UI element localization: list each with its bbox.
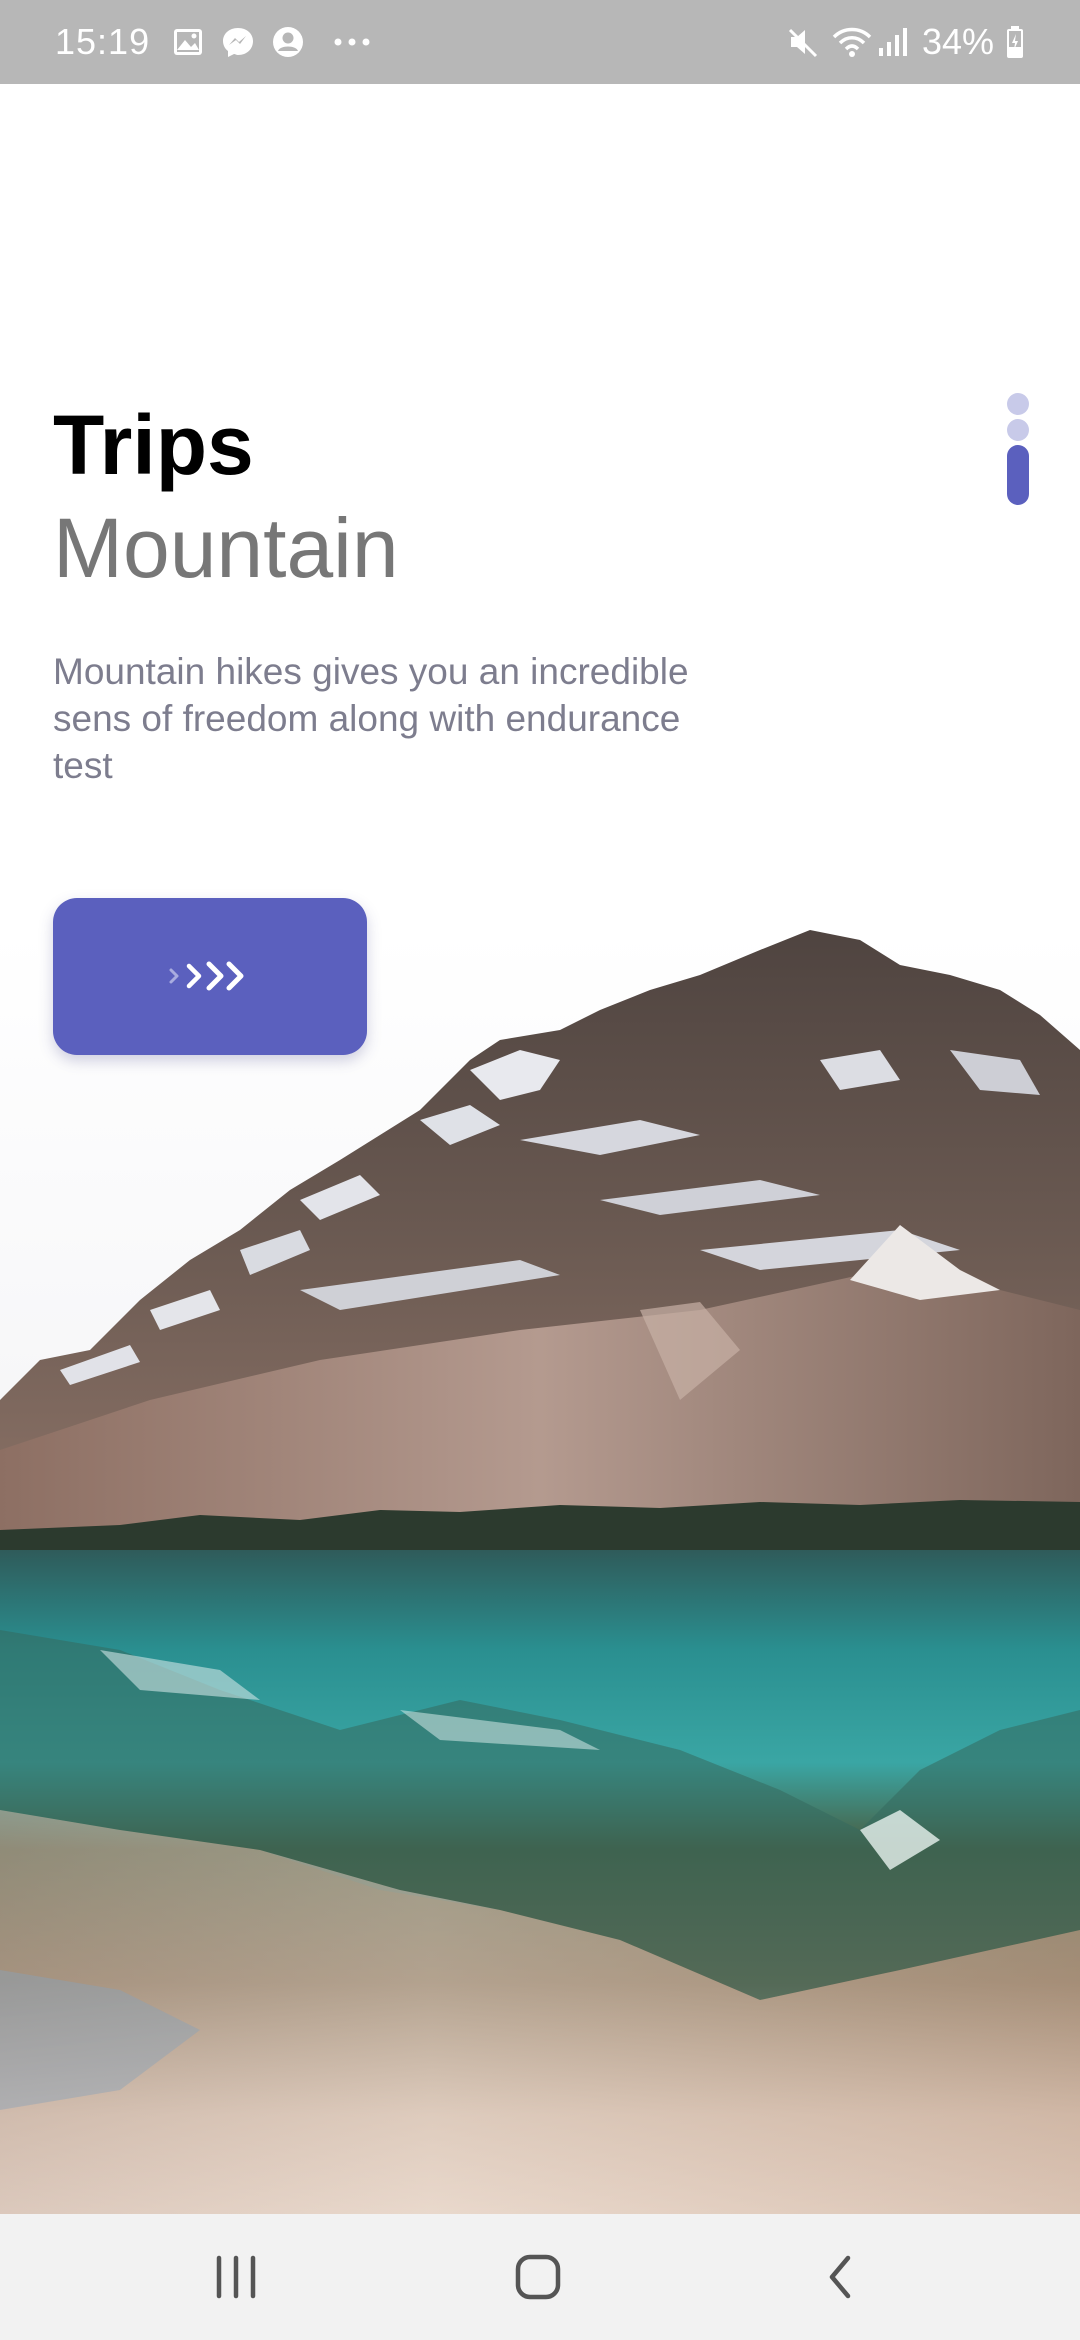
page-indicator-dot-active[interactable] xyxy=(1007,445,1029,505)
next-button[interactable] xyxy=(53,898,367,1055)
page-subtitle: Mountain xyxy=(53,501,399,595)
battery-icon xyxy=(1007,26,1023,58)
navigation-bar xyxy=(0,2214,1080,2340)
home-icon xyxy=(515,2254,561,2300)
more-icon xyxy=(334,38,370,46)
messenger-icon xyxy=(223,28,253,57)
screen: 15:19 34% Trips Mountain Mountain hikes … xyxy=(0,0,1080,2340)
mute-icon xyxy=(788,28,818,58)
status-bar: 15:19 34% xyxy=(0,0,1080,84)
triple-chevron-right-icon xyxy=(169,961,244,991)
account-icon xyxy=(273,27,303,57)
page-indicator-dot-2[interactable] xyxy=(1007,419,1029,441)
page-description: Mountain hikes gives you an incredible s… xyxy=(53,651,689,786)
page-indicator xyxy=(1006,393,1030,513)
status-time: 15:19 xyxy=(55,21,151,62)
home-button[interactable] xyxy=(478,2244,598,2310)
page-title: Trips xyxy=(53,398,254,492)
page-indicator-dot-1[interactable] xyxy=(1007,393,1029,415)
recents-button[interactable] xyxy=(176,2244,296,2310)
recents-icon xyxy=(216,2255,256,2299)
signal-icon xyxy=(879,28,907,56)
mountain-lake-image xyxy=(0,930,1080,2215)
battery-percentage: 34% xyxy=(922,21,995,62)
back-button[interactable] xyxy=(780,2244,900,2310)
gallery-icon xyxy=(174,29,202,55)
wifi-icon xyxy=(832,27,872,57)
back-icon xyxy=(829,2255,851,2299)
